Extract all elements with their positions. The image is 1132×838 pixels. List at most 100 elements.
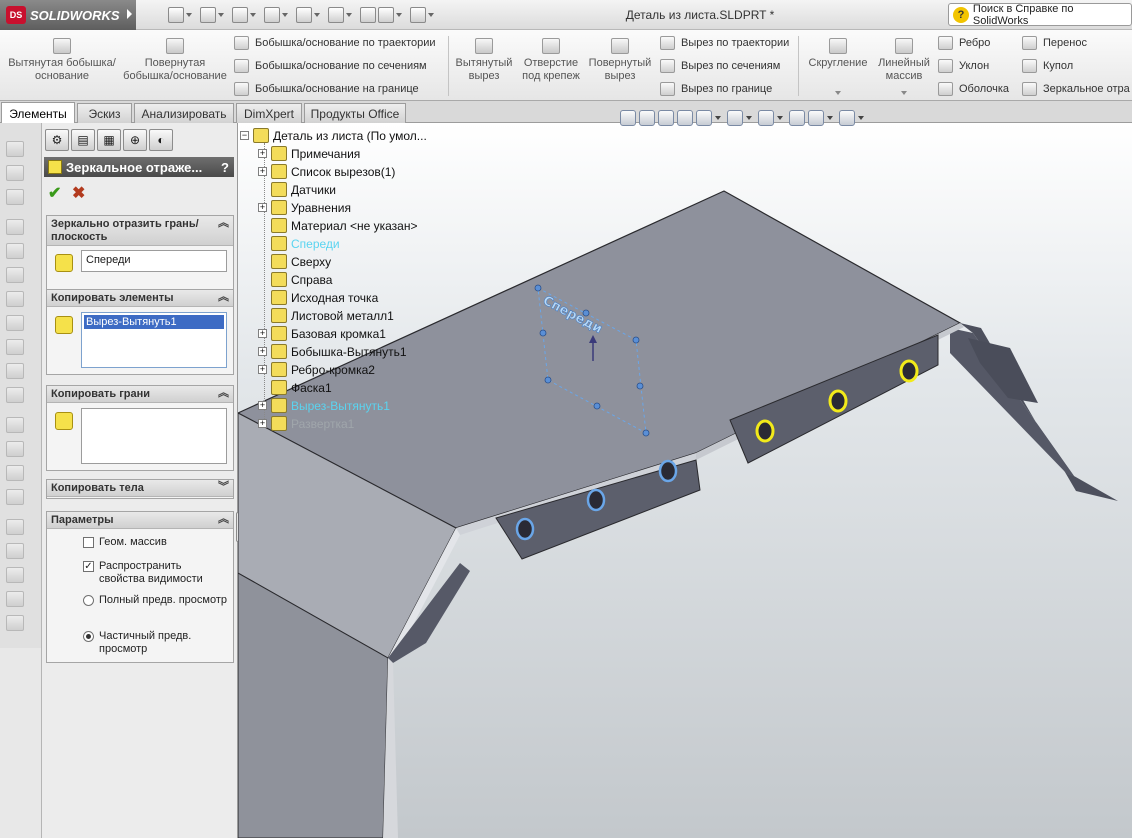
undo-dropdown-icon[interactable] bbox=[314, 13, 320, 17]
mirror-face-field[interactable]: Спереди bbox=[81, 250, 227, 272]
help-button[interactable]: ? bbox=[216, 160, 234, 175]
undo-icon[interactable] bbox=[296, 7, 312, 23]
extruded-boss-button[interactable]: Вытянутая бобышка/основание bbox=[8, 38, 116, 83]
select-icon[interactable] bbox=[328, 7, 344, 23]
view-orientation-icon[interactable] bbox=[696, 110, 712, 126]
fillet-button[interactable]: Скругление bbox=[804, 38, 872, 70]
save-icon[interactable] bbox=[232, 7, 248, 23]
strip-tool-icon[interactable] bbox=[6, 339, 24, 355]
extruded-cut-button[interactable]: Вытянутый вырез bbox=[452, 38, 516, 83]
hole-preview[interactable] bbox=[586, 488, 606, 512]
tab-dimxpert[interactable]: DimXpert bbox=[236, 103, 302, 123]
shell-button[interactable]: Оболочка bbox=[938, 82, 1009, 96]
strip-tool-icon[interactable] bbox=[6, 543, 24, 559]
tree-item[interactable]: + Ребро-кромка2 bbox=[258, 361, 375, 378]
expand-icon[interactable]: + bbox=[258, 203, 267, 212]
strip-tool-icon[interactable] bbox=[6, 315, 24, 331]
select-dropdown-icon[interactable] bbox=[346, 13, 352, 17]
features-header[interactable]: Копировать элементы ︽ bbox=[47, 290, 233, 307]
tree-item[interactable]: + Примечания bbox=[258, 145, 360, 162]
tree-item[interactable]: + Базовая кромка1 bbox=[258, 325, 386, 342]
collapse-up-icon[interactable]: ︽ bbox=[218, 217, 229, 230]
tree-item[interactable]: Листовой металл1 bbox=[258, 307, 394, 324]
strip-tool-icon[interactable] bbox=[6, 465, 24, 481]
linear-pattern-button[interactable]: Линейный массив bbox=[874, 38, 934, 83]
mirror-face-header[interactable]: Зеркально отразить грань/плоскость ︽ bbox=[47, 216, 233, 246]
tree-root[interactable]: − Деталь из листа (По умол... bbox=[240, 127, 427, 144]
tree-item[interactable]: + Развертка1 bbox=[258, 415, 354, 432]
bodies-header[interactable]: Копировать тела ︾ bbox=[47, 480, 233, 497]
mirror-button[interactable]: Зеркальное отра bbox=[1022, 82, 1132, 96]
display-style-icon[interactable] bbox=[727, 110, 743, 126]
fillet-dropdown-icon[interactable] bbox=[835, 91, 841, 95]
options-icon[interactable] bbox=[410, 7, 426, 23]
tree-item[interactable]: + Список вырезов(1) bbox=[258, 163, 395, 180]
swept-boss-button[interactable]: Бобышка/основание по траектории bbox=[234, 36, 436, 50]
strip-tool-icon[interactable] bbox=[6, 417, 24, 433]
propertymanager-tab-icon[interactable]: ▤ bbox=[71, 129, 95, 151]
expand-icon[interactable]: + bbox=[258, 347, 267, 356]
view-settings-dropdown-icon[interactable] bbox=[858, 116, 864, 120]
open-dropdown-icon[interactable] bbox=[218, 13, 224, 17]
configurationmanager-tab-icon[interactable]: ▦ bbox=[97, 129, 121, 151]
revolved-boss-button[interactable]: Повернутая бобышка/основание bbox=[120, 38, 230, 83]
strip-tool-icon[interactable] bbox=[6, 519, 24, 535]
strip-tool-icon[interactable] bbox=[6, 165, 24, 181]
strip-tool-icon[interactable] bbox=[6, 567, 24, 583]
tree-item[interactable]: Справа bbox=[258, 271, 332, 288]
displaymanager-tab-icon[interactable]: ◐ bbox=[149, 129, 173, 151]
edit-appearance-icon[interactable] bbox=[789, 110, 805, 126]
tab-office-products[interactable]: Продукты Office bbox=[304, 103, 406, 123]
collapse-icon[interactable]: − bbox=[240, 131, 249, 140]
file-properties-dropdown-icon[interactable] bbox=[396, 13, 402, 17]
hole-selected[interactable] bbox=[828, 389, 848, 413]
strip-tool-icon[interactable] bbox=[6, 291, 24, 307]
view-settings-icon[interactable] bbox=[839, 110, 855, 126]
features-list[interactable]: Вырез-Вытянуть1 bbox=[81, 312, 227, 368]
collapse-up-icon[interactable]: ︽ bbox=[218, 387, 229, 400]
tree-item[interactable]: Спереди bbox=[258, 235, 340, 252]
list-item[interactable]: Вырез-Вытянуть1 bbox=[84, 315, 224, 329]
zoom-to-fit-icon[interactable] bbox=[620, 110, 636, 126]
boundary-boss-button[interactable]: Бобышка/основание на границе bbox=[234, 82, 419, 96]
strip-tool-icon[interactable] bbox=[6, 267, 24, 283]
strip-tool-icon[interactable] bbox=[6, 141, 24, 157]
expand-icon[interactable]: + bbox=[258, 149, 267, 158]
apply-scene-icon[interactable] bbox=[808, 110, 824, 126]
tab-sketch[interactable]: Эскиз bbox=[77, 103, 132, 123]
cancel-button[interactable]: ✖ bbox=[72, 183, 85, 203]
draft-button[interactable]: Уклон bbox=[938, 59, 989, 73]
hide-show-dropdown-icon[interactable] bbox=[777, 116, 783, 120]
expand-icon[interactable]: + bbox=[258, 329, 267, 338]
full-preview-radio[interactable]: Полный предв. просмотр bbox=[83, 594, 229, 607]
expand-icon[interactable]: + bbox=[258, 401, 267, 410]
save-dropdown-icon[interactable] bbox=[250, 13, 256, 17]
new-document-icon[interactable] bbox=[168, 7, 184, 23]
strip-tool-icon[interactable] bbox=[6, 615, 24, 631]
boundary-cut-button[interactable]: Вырез по границе bbox=[660, 82, 772, 96]
print-icon[interactable] bbox=[264, 7, 280, 23]
hide-show-items-icon[interactable] bbox=[758, 110, 774, 126]
previous-view-icon[interactable] bbox=[658, 110, 674, 126]
rebuild-icon[interactable] bbox=[360, 7, 376, 23]
solidworks-menu-button[interactable]: DS SOLIDWORKS bbox=[0, 0, 136, 30]
tab-features[interactable]: Элементы bbox=[1, 102, 75, 124]
strip-tool-icon[interactable] bbox=[6, 363, 24, 379]
hole-preview[interactable] bbox=[515, 517, 535, 541]
hole-preview[interactable] bbox=[658, 459, 678, 483]
lofted-boss-button[interactable]: Бобышка/основание по сечениям bbox=[234, 59, 427, 73]
strip-tool-icon[interactable] bbox=[6, 189, 24, 205]
geometry-pattern-checkbox[interactable]: Геом. массив bbox=[83, 536, 223, 549]
faces-list[interactable] bbox=[81, 408, 227, 464]
hole-selected[interactable] bbox=[899, 359, 919, 383]
zoom-to-area-icon[interactable] bbox=[639, 110, 655, 126]
new-dropdown-icon[interactable] bbox=[186, 13, 192, 17]
propagate-visual-checkbox[interactable]: ✓ Распространить свойства видимости bbox=[83, 560, 229, 586]
hole-selected[interactable] bbox=[755, 419, 775, 443]
options-header[interactable]: Параметры ︽ bbox=[47, 512, 233, 529]
hole-wizard-button[interactable]: Отверстие под крепеж bbox=[520, 38, 582, 83]
tree-item[interactable]: Исходная точка bbox=[258, 289, 378, 306]
expand-icon[interactable]: + bbox=[258, 419, 267, 428]
lofted-cut-button[interactable]: Вырез по сечениям bbox=[660, 59, 780, 73]
tree-item[interactable]: Датчики bbox=[258, 181, 336, 198]
